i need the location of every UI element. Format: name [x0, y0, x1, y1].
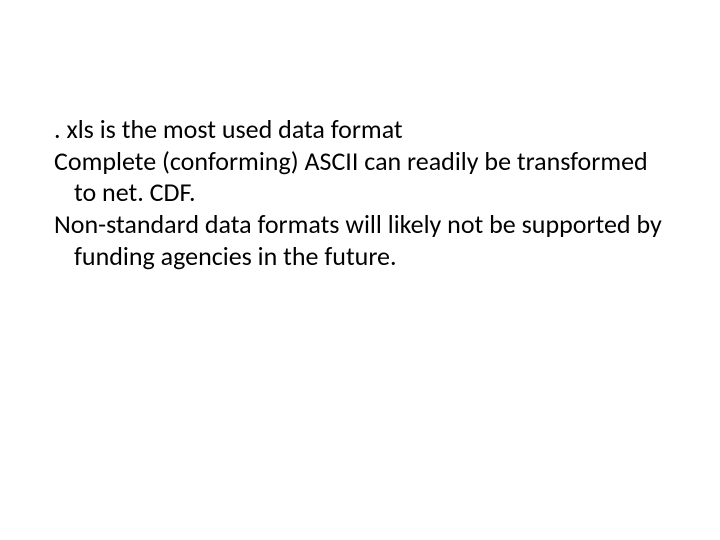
slide: . xls is the most used data format Compl…	[0, 0, 720, 540]
body-text-block: . xls is the most used data format Compl…	[54, 114, 666, 273]
paragraph: . xls is the most used data format	[54, 114, 666, 146]
paragraph: Complete (conforming) ASCII can readily …	[54, 146, 666, 209]
paragraph: Non-standard data formats will likely no…	[54, 209, 666, 272]
